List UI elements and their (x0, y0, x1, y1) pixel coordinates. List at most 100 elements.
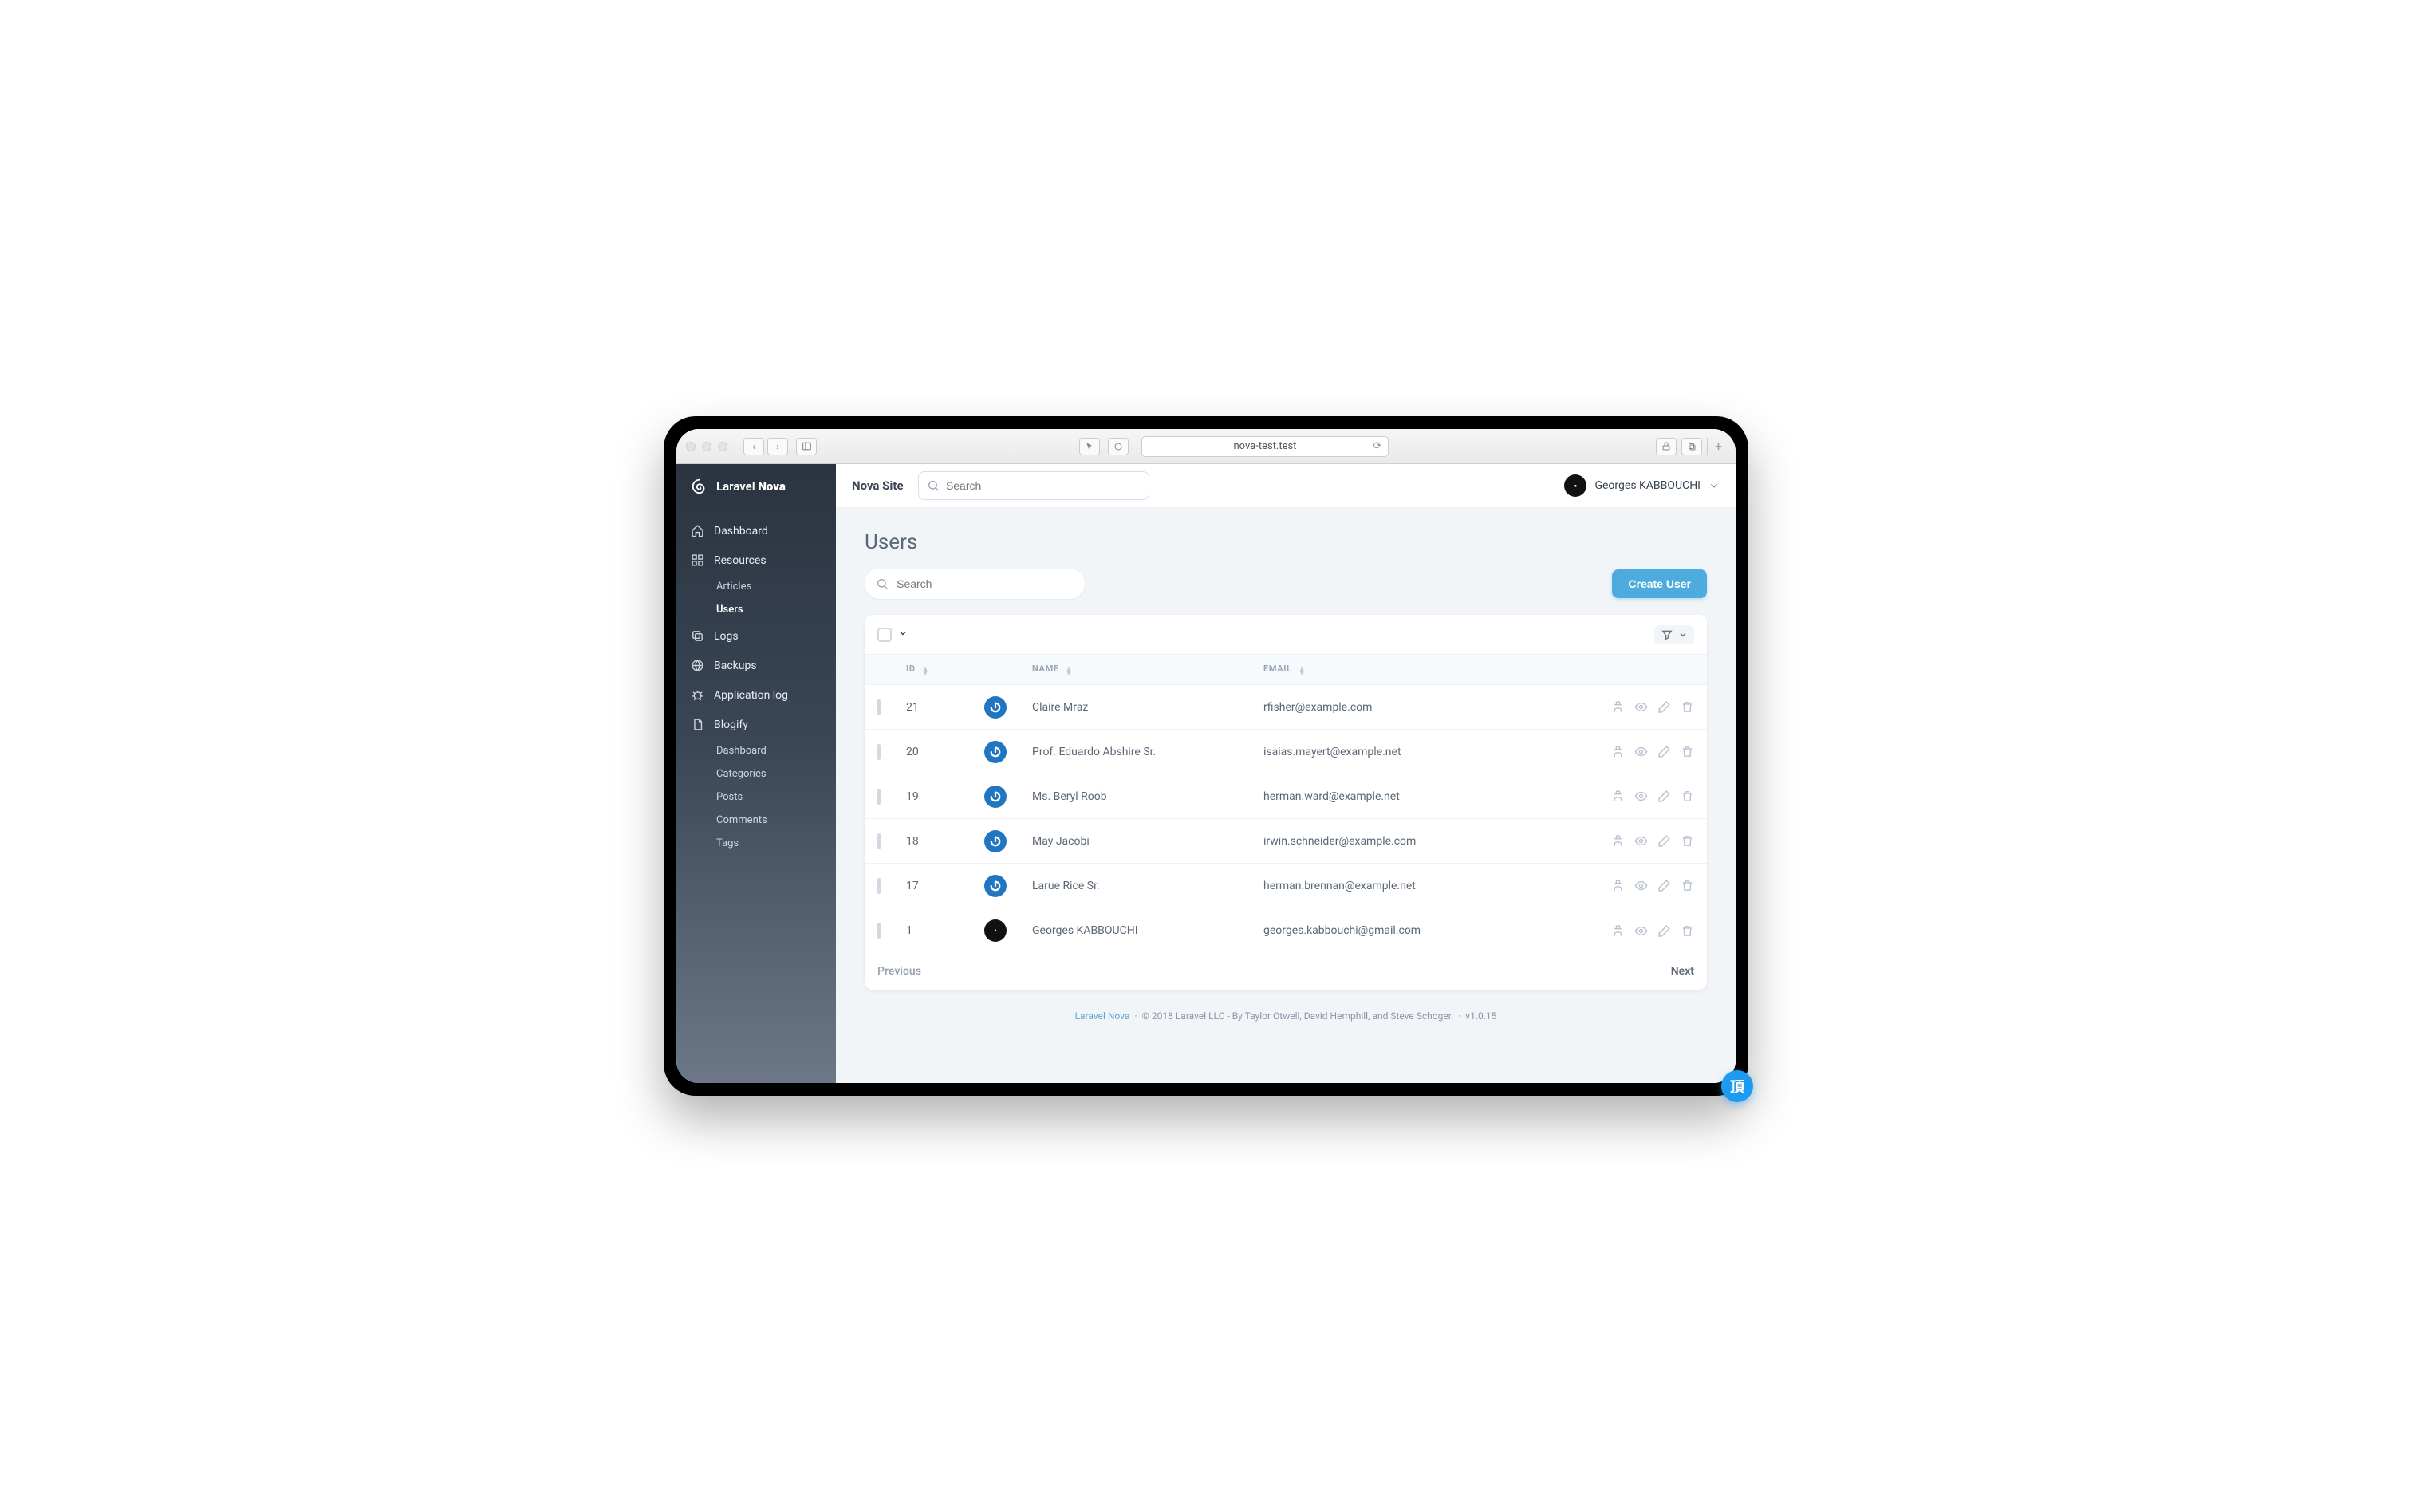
brand[interactable]: Laravel Nova (676, 464, 836, 508)
sidebar-item-logs[interactable]: Logs (676, 621, 836, 651)
traffic-close[interactable] (686, 442, 696, 451)
pointer-icon[interactable] (1079, 438, 1100, 455)
view-icon[interactable] (1634, 834, 1648, 848)
sidebar-subitem-comments[interactable]: Comments (676, 809, 836, 832)
sidebar-toggle-icon[interactable] (796, 438, 817, 455)
impersonate-icon[interactable] (1611, 789, 1625, 803)
edit-icon[interactable] (1657, 789, 1671, 803)
sidebar-subitem-articles[interactable]: Articles (676, 575, 836, 598)
corner-badge[interactable]: 頂 (1721, 1070, 1753, 1102)
sidebar-subitem-dashboard[interactable]: Dashboard (676, 739, 836, 762)
new-tab-button[interactable]: + (1707, 438, 1726, 455)
row-actions (1574, 879, 1694, 892)
chevron-down-icon (1678, 630, 1688, 640)
cell-name: Prof. Eduardo Abshire Sr. (1032, 746, 1263, 758)
view-icon[interactable] (1634, 745, 1648, 758)
delete-icon[interactable] (1681, 834, 1694, 848)
row-checkbox[interactable] (877, 833, 881, 849)
browser-toolbar: ‹ › nova-test.test ⟳ (676, 429, 1736, 464)
sidebar-item-application-log[interactable]: Application log (676, 680, 836, 710)
impersonate-icon[interactable] (1611, 745, 1625, 758)
sidebar-item-backups[interactable]: Backups (676, 651, 836, 680)
column-email[interactable]: EMAIL ▲▼ (1263, 663, 1574, 675)
globe-icon (691, 659, 704, 672)
chevron-down-icon (898, 628, 908, 638)
cell-id: 1 (906, 924, 984, 937)
row-checkbox[interactable] (877, 878, 881, 894)
sidebar: Laravel Nova Dashboard Resources Article… (676, 464, 836, 1083)
select-all-checkbox[interactable] (877, 628, 892, 642)
row-checkbox[interactable] (877, 699, 881, 715)
row-checkbox[interactable] (877, 744, 881, 760)
view-icon[interactable] (1634, 879, 1648, 892)
sort-icon: ▲▼ (921, 667, 930, 675)
avatar (984, 786, 1007, 808)
edit-icon[interactable] (1657, 879, 1671, 892)
resource-search-input[interactable] (897, 577, 1074, 590)
impersonate-icon[interactable] (1611, 879, 1625, 892)
edit-icon[interactable] (1657, 745, 1671, 758)
reload-icon[interactable]: ⟳ (1373, 440, 1381, 452)
sidebar-subitem-categories[interactable]: Categories (676, 762, 836, 786)
footer-link[interactable]: Laravel Nova (1075, 1010, 1130, 1022)
global-search[interactable] (918, 471, 1149, 500)
footer-version: v1.0.15 (1465, 1010, 1496, 1022)
gravatar-icon (988, 879, 1003, 893)
tabs-icon[interactable] (1681, 438, 1702, 455)
edit-icon[interactable] (1657, 834, 1671, 848)
cell-id: 17 (906, 880, 984, 892)
view-icon[interactable] (1634, 789, 1648, 803)
cell-id: 20 (906, 746, 984, 758)
pagination-next[interactable]: Next (1671, 965, 1694, 978)
create-user-button[interactable]: Create User (1612, 569, 1707, 598)
sidebar-subitem-users[interactable]: Users (676, 598, 836, 621)
edit-icon[interactable] (1657, 924, 1671, 938)
table-row: 20 Prof. Eduardo Abshire Sr. isaias.maye… (865, 730, 1707, 774)
forward-button[interactable]: › (767, 438, 788, 455)
traffic-zoom[interactable] (718, 442, 727, 451)
back-button[interactable]: ‹ (743, 438, 764, 455)
edit-icon[interactable] (1657, 700, 1671, 714)
sidebar-item-blogify[interactable]: Blogify (676, 710, 836, 739)
impersonate-icon[interactable] (1611, 924, 1625, 938)
sidebar-subitem-tags[interactable]: Tags (676, 832, 836, 855)
delete-icon[interactable] (1681, 745, 1694, 758)
select-all-dropdown[interactable] (898, 628, 908, 640)
cell-email: rfisher@example.com (1263, 701, 1574, 714)
traffic-minimize[interactable] (702, 442, 711, 451)
view-icon[interactable] (1634, 924, 1648, 938)
sidebar-subitem-posts[interactable]: Posts (676, 786, 836, 809)
row-checkbox[interactable] (877, 789, 881, 805)
delete-icon[interactable] (1681, 924, 1694, 938)
row-actions (1574, 700, 1694, 714)
global-search-input[interactable] (946, 479, 1141, 492)
sidebar-item-dashboard[interactable]: Dashboard (676, 516, 836, 545)
cell-name: Ms. Beryl Roob (1032, 790, 1263, 803)
cell-email: irwin.schneider@example.com (1263, 835, 1574, 848)
share-icon[interactable] (1656, 438, 1677, 455)
brand-prefix: Laravel (716, 479, 755, 494)
pagination-prev[interactable]: Previous (877, 965, 921, 978)
delete-icon[interactable] (1681, 789, 1694, 803)
column-name[interactable]: NAME ▲▼ (1032, 663, 1263, 675)
sidebar-item-resources[interactable]: Resources (676, 545, 836, 575)
resource-search[interactable] (865, 569, 1085, 599)
filter-button[interactable] (1654, 625, 1694, 644)
cell-email: georges.kabbouchi@gmail.com (1263, 924, 1574, 937)
users-table-card: ID ▲▼ NAME ▲▼ EMAIL ▲▼ (865, 615, 1707, 990)
address-bar[interactable]: nova-test.test ⟳ (1141, 436, 1389, 457)
delete-icon[interactable] (1681, 879, 1694, 892)
delete-icon[interactable] (1681, 700, 1694, 714)
document-icon (691, 718, 704, 731)
avatar: ● (1564, 474, 1586, 497)
row-actions (1574, 834, 1694, 848)
sidebar-item-label: Blogify (714, 719, 748, 731)
impersonate-icon[interactable] (1611, 834, 1625, 848)
impersonate-icon[interactable] (1611, 700, 1625, 714)
shield-icon[interactable] (1108, 438, 1129, 455)
copy-icon (691, 629, 704, 643)
row-checkbox[interactable] (877, 923, 881, 939)
view-icon[interactable] (1634, 700, 1648, 714)
user-menu[interactable]: ● Georges KABBOUCHI (1564, 474, 1720, 497)
column-id[interactable]: ID ▲▼ (906, 663, 984, 675)
